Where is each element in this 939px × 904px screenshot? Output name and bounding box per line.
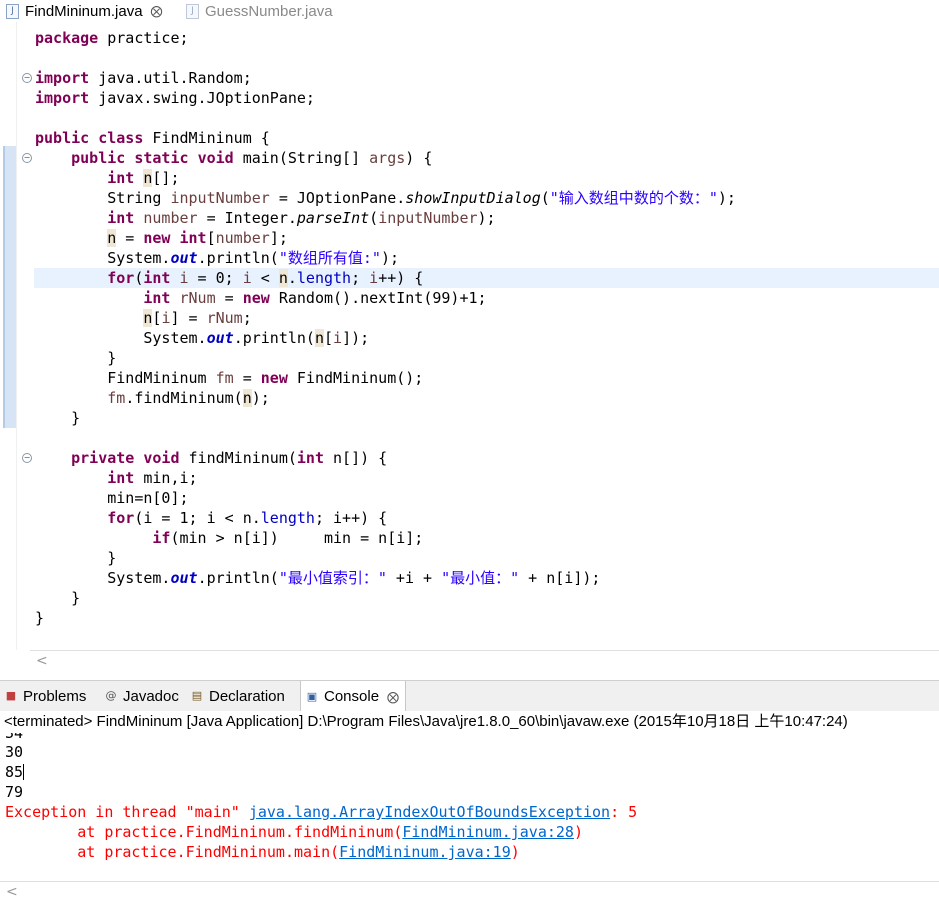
tab-findmininum-java[interactable]: J FindMininum.java ⨂ [0, 0, 178, 22]
tab-javadoc[interactable]: @ Javadoc [104, 681, 179, 711]
editor-tab-bar: J FindMininum.java ⨂ J GuessNumber.java [0, 0, 939, 22]
console-horizontal-scrollbar[interactable]: < [0, 881, 939, 904]
change-marker [3, 146, 16, 428]
code-line-3: import java.util.Random; [35, 69, 252, 87]
source-link[interactable]: FindMininum.java:28 [402, 823, 574, 841]
code-text-area[interactable]: package practice; − import java.util.Ran… [16, 22, 939, 650]
problems-icon: ■ [5, 689, 17, 702]
code-line-13: for(int i = 0; i < n.length; i++) { [107, 269, 424, 287]
code-line-26: if(min > n[i]) min = n[i]; [152, 529, 424, 547]
java-file-icon: J [6, 3, 19, 19]
exception-line: Exception in thread "main" java.lang.Arr… [5, 803, 638, 821]
console-status-header: <terminated> FindMininum [Java Applicati… [0, 711, 939, 733]
tab-label: Problems [23, 687, 87, 705]
code-line-12: System.out.println("数组所有值:"); [107, 249, 399, 267]
vertical-ruler [0, 22, 16, 650]
code-line-30: } [35, 609, 45, 627]
code-line-23: int min,i; [107, 469, 198, 487]
code-line-19: fm.findMininum(n); [107, 389, 270, 407]
tab-guessnumber-java[interactable]: J GuessNumber.java [180, 0, 380, 22]
code-line-9: String inputNumber = JOptionPane.showInp… [107, 189, 736, 207]
code-line-6: public class FindMininum { [35, 129, 270, 147]
code-line-18: FindMininum fm = new FindMininum(); [107, 369, 424, 387]
tab-label: FindMininum.java [25, 2, 143, 20]
console-line: 85 [5, 763, 25, 781]
view-tab-bar: ■ Problems @ Javadoc ▤ Declaration ▣ Con… [0, 680, 939, 712]
tab-label: Console [324, 688, 380, 705]
console-icon: ▣ [306, 689, 318, 703]
text-caret [23, 764, 25, 780]
java-file-icon: J [186, 3, 199, 19]
tab-console[interactable]: ▣ Console ⨂ [300, 681, 407, 712]
close-icon[interactable]: ⨂ [151, 4, 163, 18]
exception-link[interactable]: java.lang.ArrayIndexOutOfBoundsException [249, 803, 610, 821]
stack-trace-line: at practice.FindMininum.findMininum(Find… [5, 823, 583, 841]
console-line: 30 [5, 743, 24, 761]
at-icon: @ [105, 689, 117, 702]
code-line-8: int n[]; [107, 169, 180, 187]
code-editor[interactable]: package practice; − import java.util.Ran… [0, 22, 939, 669]
stack-trace-line: at practice.FindMininum.main(FindMininum… [5, 843, 520, 861]
fold-icon[interactable]: − [22, 153, 32, 163]
code-line-7: public static void main(String[] args) { [71, 149, 433, 167]
tab-label: Javadoc [123, 687, 179, 705]
editor-horizontal-scrollbar[interactable]: < [30, 650, 939, 673]
code-line-16: System.out.println(n[i]); [143, 329, 370, 347]
code-line-17: } [107, 349, 117, 367]
tab-label: GuessNumber.java [205, 2, 333, 20]
code-line-25: for(i = 1; i < n.length; i++) { [107, 509, 388, 527]
tab-problems[interactable]: ■ Problems [4, 681, 87, 711]
declaration-icon: ▤ [191, 689, 203, 702]
code-line-14: int rNum = new Random().nextInt(99)+1; [143, 289, 487, 307]
scroll-left-icon[interactable]: < [6, 884, 18, 900]
code-line-10: int number = Integer.parseInt(inputNumbe… [107, 209, 496, 227]
console-line: 79 [5, 783, 24, 801]
tab-declaration[interactable]: ▤ Declaration [190, 681, 285, 711]
code-line-29: } [71, 589, 81, 607]
code-line-11: n = new int[number]; [107, 229, 288, 247]
console-output[interactable]: 34 30 85 79 Exception in thread "main" j… [0, 733, 939, 881]
code-line-4: import javax.swing.JOptionPane; [35, 89, 315, 107]
code-line-27: } [107, 549, 117, 567]
fold-icon[interactable]: − [22, 453, 32, 463]
code-line-28: System.out.println("最小值索引：" +i + "最小值：" … [107, 569, 601, 587]
scroll-left-icon[interactable]: < [36, 653, 48, 669]
code-line-15: n[i] = rNum; [143, 309, 252, 327]
code-line-22: private void findMininum(int n[]) { [71, 449, 388, 467]
source-link[interactable]: FindMininum.java:19 [339, 843, 511, 861]
code-line-20: } [71, 409, 81, 427]
tab-label: Declaration [209, 687, 285, 705]
close-icon[interactable]: ⨂ [387, 690, 399, 704]
fold-icon[interactable]: − [22, 73, 32, 83]
code-line-1: package practice; [35, 29, 189, 47]
code-line-24: min=n[0]; [107, 489, 189, 507]
